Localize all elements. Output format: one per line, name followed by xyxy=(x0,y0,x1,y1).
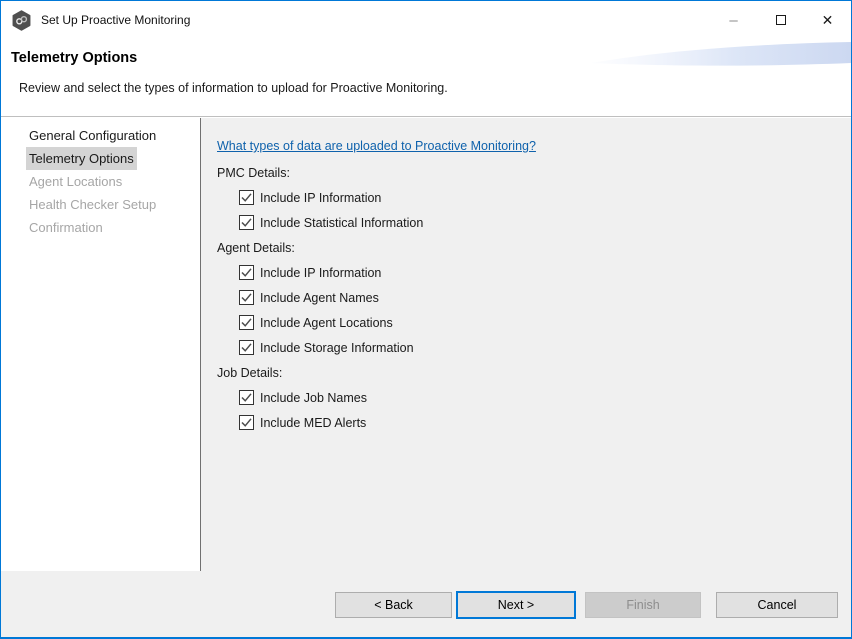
checkbox-label[interactable]: Include Agent Locations xyxy=(260,316,393,330)
checkmark-icon xyxy=(240,391,253,404)
checkbox-checked[interactable] xyxy=(239,340,254,355)
app-icon xyxy=(11,10,32,31)
telemetry-options-panel: What types of data are uploaded to Proac… xyxy=(202,118,851,571)
checkbox-label[interactable]: Include MED Alerts xyxy=(260,416,366,430)
checkbox-checked[interactable] xyxy=(239,215,254,230)
checkbox-label[interactable]: Include Statistical Information xyxy=(260,216,423,230)
page-subtitle: Review and select the types of informati… xyxy=(19,81,448,95)
wizard-header: Telemetry Options Review and select the … xyxy=(1,39,851,117)
checkbox-checked[interactable] xyxy=(239,190,254,205)
checkbox-row[interactable]: Include MED Alerts xyxy=(217,410,841,435)
header-swoosh-decoration xyxy=(591,39,851,69)
checkbox-label[interactable]: Include Job Names xyxy=(260,391,367,405)
finish-button: Finish xyxy=(585,592,701,618)
sidebar-item-health-checker-setup: Health Checker Setup xyxy=(29,193,200,216)
back-button[interactable]: < Back xyxy=(335,592,452,618)
close-icon: ✕ xyxy=(822,12,834,29)
steps-sidebar: General Configuration Telemetry Options … xyxy=(1,118,201,571)
checkbox-checked[interactable] xyxy=(239,265,254,280)
next-button[interactable]: Next > xyxy=(456,591,576,619)
section-label-agent-details: Agent Details: xyxy=(217,235,841,260)
sidebar-item-label: General Configuration xyxy=(26,124,159,147)
wizard-footer: < Back Next > Finish Cancel xyxy=(1,571,851,637)
sidebar-item-general-configuration[interactable]: General Configuration xyxy=(29,124,200,147)
checkmark-icon xyxy=(240,191,253,204)
checkmark-icon xyxy=(240,416,253,429)
sidebar-item-label: Health Checker Setup xyxy=(26,193,159,216)
checkbox-checked[interactable] xyxy=(239,415,254,430)
checkmark-icon xyxy=(240,291,253,304)
checkmark-icon xyxy=(240,216,253,229)
checkbox-label[interactable]: Include IP Information xyxy=(260,266,381,280)
sidebar-item-label: Confirmation xyxy=(26,216,106,239)
window-controls: – ✕ xyxy=(710,1,851,39)
checkmark-icon xyxy=(240,341,253,354)
wizard-window: Set Up Proactive Monitoring – ✕ xyxy=(0,0,852,639)
close-button[interactable]: ✕ xyxy=(804,1,851,39)
checkbox-label[interactable]: Include IP Information xyxy=(260,191,381,205)
checkbox-checked[interactable] xyxy=(239,390,254,405)
section-label-pmc-details: PMC Details: xyxy=(217,160,841,185)
checkbox-label[interactable]: Include Storage Information xyxy=(260,341,414,355)
checkbox-row[interactable]: Include IP Information xyxy=(217,185,841,210)
titlebar: Set Up Proactive Monitoring – ✕ xyxy=(1,1,851,39)
section-label-job-details: Job Details: xyxy=(217,360,841,385)
sidebar-item-confirmation: Confirmation xyxy=(29,216,200,239)
checkmark-icon xyxy=(240,266,253,279)
checkbox-row[interactable]: Include Statistical Information xyxy=(217,210,841,235)
sidebar-item-label: Telemetry Options xyxy=(26,147,137,170)
checkmark-icon xyxy=(240,316,253,329)
cancel-button[interactable]: Cancel xyxy=(716,592,838,618)
checkbox-checked[interactable] xyxy=(239,315,254,330)
checkbox-label[interactable]: Include Agent Names xyxy=(260,291,379,305)
maximize-button[interactable] xyxy=(757,1,804,39)
sidebar-item-label: Agent Locations xyxy=(26,170,125,193)
sidebar-item-agent-locations: Agent Locations xyxy=(29,170,200,193)
checkbox-row[interactable]: Include Agent Locations xyxy=(217,310,841,335)
data-types-help-link[interactable]: What types of data are uploaded to Proac… xyxy=(217,135,536,157)
checkbox-checked[interactable] xyxy=(239,290,254,305)
wizard-body: General Configuration Telemetry Options … xyxy=(1,118,851,572)
checkbox-row[interactable]: Include Agent Names xyxy=(217,285,841,310)
page-title: Telemetry Options xyxy=(11,50,137,66)
window-title: Set Up Proactive Monitoring xyxy=(41,13,710,27)
minimize-icon: – xyxy=(729,12,737,29)
checkbox-row[interactable]: Include Storage Information xyxy=(217,335,841,360)
minimize-button[interactable]: – xyxy=(710,1,757,39)
checkbox-row[interactable]: Include Job Names xyxy=(217,385,841,410)
maximize-icon xyxy=(776,15,786,25)
checkbox-row[interactable]: Include IP Information xyxy=(217,260,841,285)
sidebar-item-telemetry-options[interactable]: Telemetry Options xyxy=(29,147,200,170)
